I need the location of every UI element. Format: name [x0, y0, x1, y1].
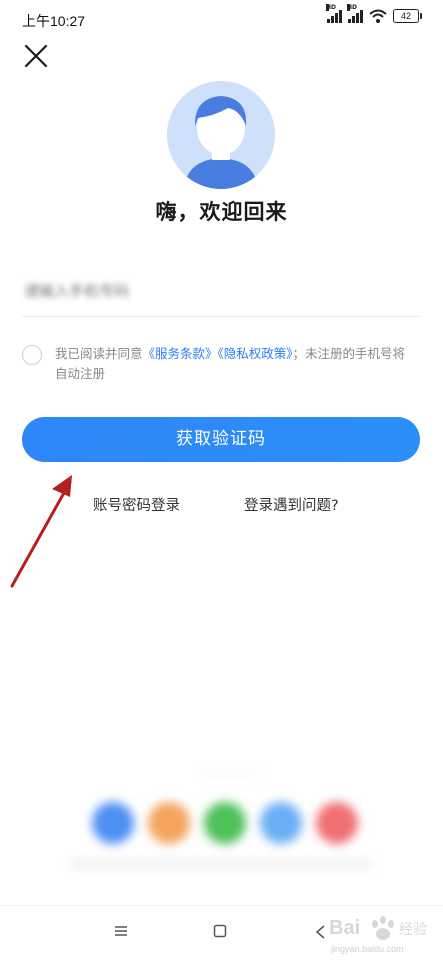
terms-link[interactable]: 《服务条款》	[143, 346, 218, 361]
watermark-brand: Bai	[329, 917, 360, 939]
wifi-icon	[369, 9, 387, 23]
login-option-icon[interactable]	[92, 802, 134, 844]
third-party-note	[70, 860, 373, 868]
close-icon	[24, 44, 48, 68]
close-button[interactable]	[22, 42, 50, 70]
menu-icon[interactable]	[114, 924, 128, 938]
agreement-prefix: 我已阅读并同意	[55, 346, 143, 361]
status-time: 上午10:27	[22, 13, 86, 29]
login-option-icon[interactable]	[316, 802, 358, 844]
welcome-title: 嗨，欢迎回来	[155, 200, 288, 224]
status-bar: 上午10:27 HD HD 42	[0, 0, 443, 38]
login-option-icon[interactable]	[204, 802, 246, 844]
baidu-jingyan-watermark-icon: Bai 经验 jingyan.baidu.com	[329, 916, 427, 954]
battery-icon: 42	[393, 9, 422, 23]
login-option-icon[interactable]	[148, 802, 190, 844]
hd-label: HD	[326, 4, 337, 11]
phone-field-row	[22, 270, 424, 317]
agreement-text: 我已阅读并同意《服务条款》《隐私权政策》；未注册的手机号将自动注册	[55, 344, 417, 384]
agreement-checkbox[interactable]	[22, 345, 42, 365]
third-party-title: ——————	[200, 768, 260, 779]
annotation-arrow-icon	[10, 475, 72, 588]
watermark-brand-cn: 经验	[399, 922, 427, 938]
privacy-link[interactable]: 《隐私权政策》	[218, 346, 293, 361]
login-option-icon[interactable]	[260, 802, 302, 844]
watermark-url: jingyan.baidu.com	[330, 944, 404, 954]
agreement-row: 我已阅读并同意《服务条款》《隐私权政策》；未注册的手机号将自动注册	[22, 344, 422, 384]
home-icon[interactable]	[213, 924, 227, 938]
third-party-login: ——————	[70, 768, 373, 878]
phone-input[interactable]	[22, 270, 424, 312]
avatar	[167, 81, 275, 189]
login-help-link[interactable]: 登录遇到问题?	[244, 494, 339, 515]
hd-label-2: HD	[347, 4, 358, 11]
signal-icon: HD	[326, 4, 342, 23]
account-login-link[interactable]: 账号密码登录	[93, 494, 180, 515]
signal-icon-2: HD	[347, 4, 363, 23]
status-icons: HD HD 42	[326, 4, 422, 23]
